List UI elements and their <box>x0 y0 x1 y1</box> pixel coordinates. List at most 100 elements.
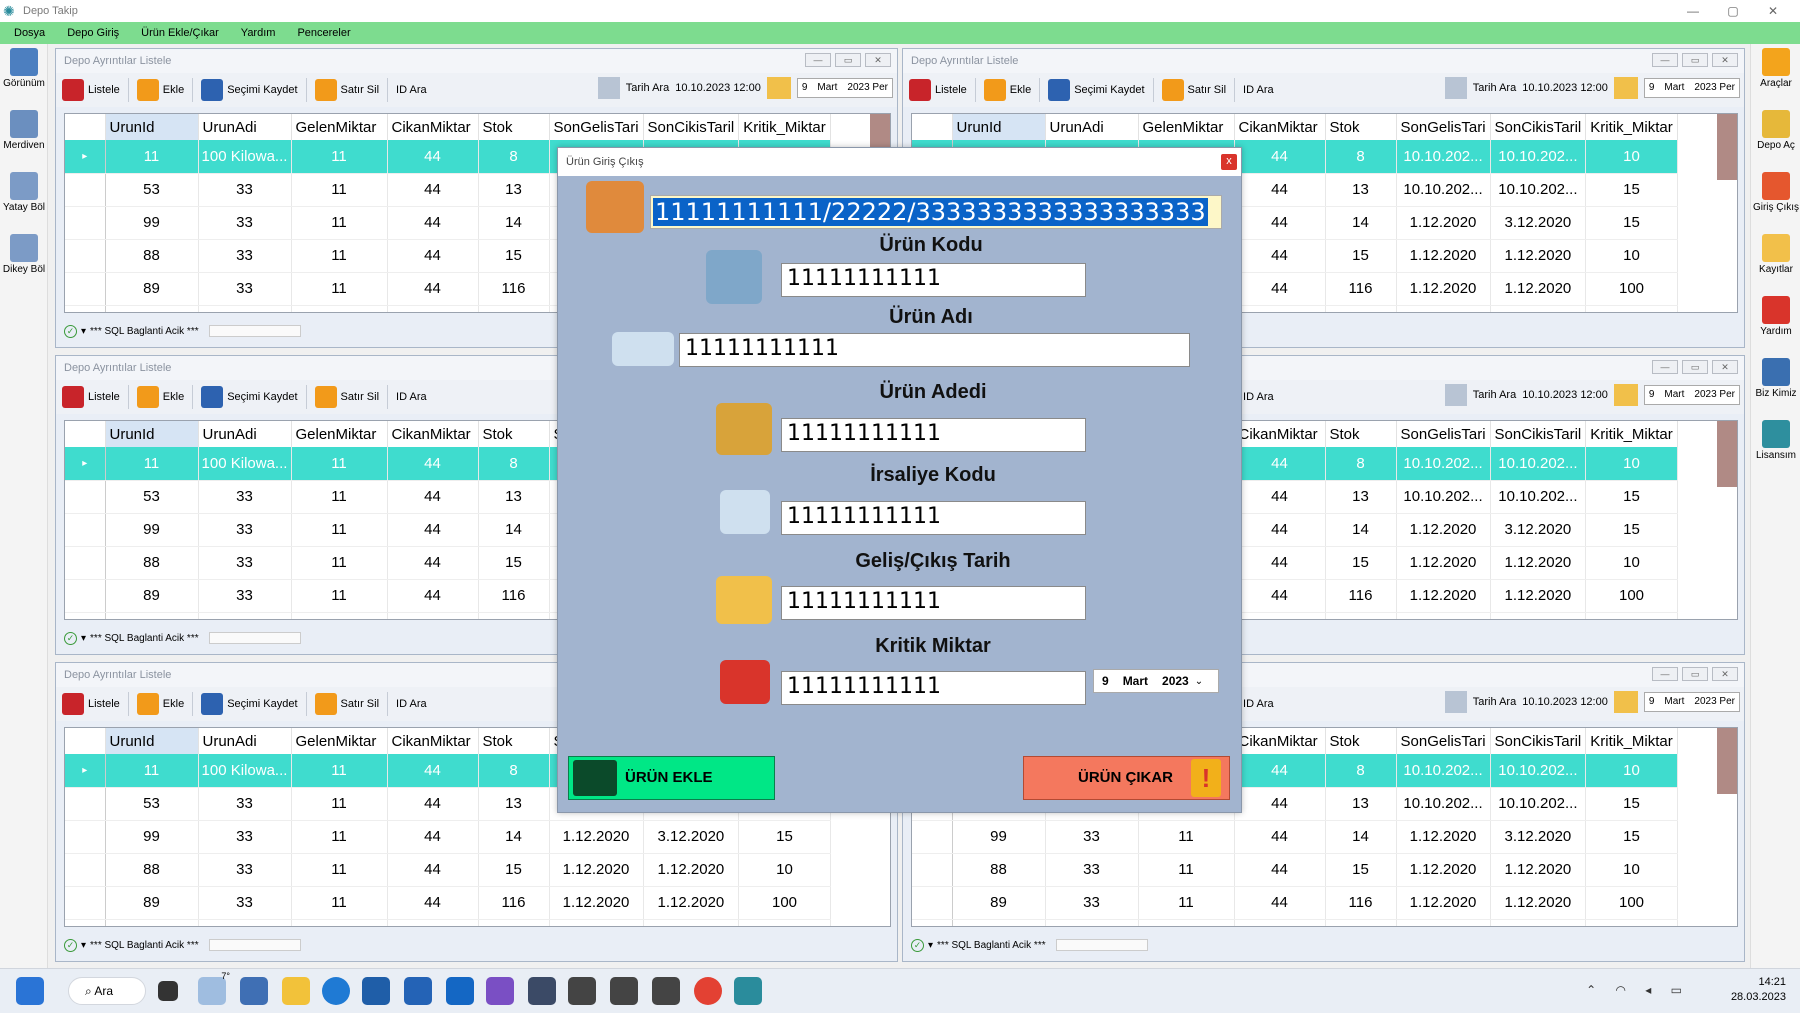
child-close-button[interactable]: ✕ <box>1712 667 1738 681</box>
table-cell[interactable]: 14 <box>478 820 550 854</box>
row-header[interactable]: ▸ <box>65 140 106 174</box>
column-header[interactable]: UrunId <box>105 114 199 140</box>
table-cell[interactable]: 15 <box>1585 787 1678 821</box>
table-cell[interactable]: 15 <box>1325 853 1397 887</box>
table-cell[interactable]: 10 <box>1585 754 1678 788</box>
child-maximize-button[interactable]: ▭ <box>835 53 861 67</box>
table-cell[interactable]: 33 <box>198 853 292 887</box>
table-cell[interactable]: 13 <box>478 480 550 514</box>
file-explorer-icon[interactable] <box>282 977 310 1005</box>
calendar-icon[interactable] <box>766 77 791 99</box>
table-cell[interactable]: 8 <box>478 754 550 788</box>
table-cell[interactable]: 10.10.202... <box>1490 787 1587 821</box>
status-dropdown-icon[interactable]: ▾ <box>81 633 86 644</box>
menu-yardim[interactable]: Yardım <box>233 22 284 44</box>
table-cell[interactable]: 13 <box>1325 173 1397 207</box>
table-cell[interactable]: 1.12.2020 <box>1490 853 1587 887</box>
table-cell[interactable]: 10 <box>1585 853 1678 887</box>
barcode-input[interactable]: 11111111111/22222/3333333333333333333 <box>650 195 1222 229</box>
table-cell[interactable]: 11 <box>291 886 388 920</box>
column-header[interactable]: Kritik_Miktar <box>1585 114 1678 140</box>
sidebar-yatay-bol[interactable]: Yatay Böl <box>0 168 48 230</box>
table-cell[interactable]: 116 <box>1325 886 1397 920</box>
sidebar-araclar[interactable]: Araçlar <box>1751 44 1800 106</box>
table-cell[interactable]: 11 <box>291 305 388 312</box>
visual-studio-icon[interactable] <box>486 977 514 1005</box>
child-minimize-button[interactable]: — <box>1652 360 1678 374</box>
table-cell[interactable]: 10.10.202... <box>1490 754 1587 788</box>
sql-tool-icon[interactable] <box>528 977 556 1005</box>
child-close-button[interactable]: ✕ <box>865 53 891 67</box>
table-cell[interactable]: 10 <box>1585 447 1678 481</box>
table-cell[interactable]: 1.12.2020 <box>1490 919 1587 926</box>
windows-start-icon[interactable] <box>16 977 44 1005</box>
satir-sil-button[interactable]: Satır Sil <box>1156 76 1233 104</box>
row-header[interactable] <box>65 612 106 619</box>
table-cell[interactable]: 44 <box>1234 820 1326 854</box>
table-cell[interactable]: wq <box>198 919 292 926</box>
column-header[interactable]: SonCikisTaril <box>1490 114 1587 140</box>
id-ara-button[interactable]: ID Ara <box>1237 383 1280 411</box>
table-cell[interactable]: 17 <box>1325 919 1397 926</box>
table-cell[interactable]: 44 <box>1234 480 1326 514</box>
table-cell[interactable]: 44 <box>387 206 479 240</box>
table-cell[interactable]: 17 <box>478 919 550 926</box>
table-cell[interactable]: 10.10.202... <box>1396 173 1491 207</box>
tarih-ara-label[interactable]: Tarih Ara <box>1473 82 1516 94</box>
column-header[interactable]: Stok <box>1325 728 1397 754</box>
column-header[interactable]: SonGelisTari <box>1396 114 1491 140</box>
gelis-cikis-tarih-input[interactable]: 11111111111 <box>781 586 1086 620</box>
table-cell[interactable]: 33 <box>1045 886 1139 920</box>
table-cell[interactable]: 44 <box>1234 612 1326 619</box>
table-cell[interactable]: 15 <box>1325 546 1397 580</box>
irsaliye-kodu-input[interactable]: 11111111111 <box>781 501 1086 535</box>
column-header[interactable]: SonCikisTaril <box>643 114 740 140</box>
table-cell[interactable]: 1.12.2020 <box>549 820 644 854</box>
table-cell[interactable]: 44 <box>387 612 479 619</box>
column-header[interactable]: CikanMiktar <box>1234 728 1326 754</box>
urun-adi-input[interactable]: 11111111111 <box>679 333 1190 367</box>
table-cell[interactable]: 44 <box>1234 173 1326 207</box>
id-ara-button[interactable]: ID Ara <box>390 690 433 718</box>
table-cell[interactable]: 11 <box>291 206 388 240</box>
table-cell[interactable]: 33 <box>198 546 292 580</box>
weather-icon[interactable]: 7° <box>198 971 230 1005</box>
taskbar-search[interactable]: ⌕ Ara <box>68 977 146 1005</box>
table-cell[interactable]: 15 <box>478 239 550 273</box>
table-row[interactable]: 893311441161.12.20201.12.2020100 <box>65 886 831 920</box>
toolbar-date-picker[interactable]: 9 Mart 2023 Per <box>1643 692 1740 712</box>
row-header[interactable] <box>65 546 106 580</box>
table-cell[interactable]: 44 <box>1234 305 1326 312</box>
table-row[interactable]: 893311441161.12.20201.12.2020100 <box>912 886 1678 920</box>
table-cell[interactable]: 1.12.2020 <box>1396 579 1491 613</box>
table-cell[interactable]: 1.12.2020 <box>1396 886 1491 920</box>
secimi-kaydet-button[interactable]: Seçimi Kaydet <box>195 76 303 104</box>
table-cell[interactable]: 11 <box>1138 919 1235 926</box>
row-header[interactable] <box>65 853 106 887</box>
table-cell[interactable]: 10 <box>1585 612 1678 619</box>
id-ara-button[interactable]: ID Ara <box>1237 76 1280 104</box>
column-header[interactable]: CikanMiktar <box>1234 114 1326 140</box>
table-cell[interactable]: 100 Kilowa... <box>198 140 292 174</box>
table-row[interactable]: 99331144141.12.20203.12.202015 <box>65 820 831 854</box>
table-cell[interactable]: 44 <box>387 239 479 273</box>
table-cell[interactable]: 10.10.202... <box>1490 447 1587 481</box>
table-cell[interactable]: 14 <box>1325 513 1397 547</box>
ekle-button[interactable]: Ekle <box>131 690 190 718</box>
table-cell[interactable]: 88 <box>952 853 1046 887</box>
ekle-button[interactable]: Ekle <box>131 383 190 411</box>
table-cell[interactable]: 44 <box>387 787 479 821</box>
column-header[interactable]: CikanMiktar <box>387 421 479 447</box>
table-cell[interactable]: 15 <box>1585 206 1678 240</box>
listele-button[interactable]: Listele <box>56 76 126 104</box>
row-header[interactable] <box>65 787 106 821</box>
table-cell[interactable]: 44 <box>387 513 479 547</box>
table-cell[interactable]: 14 <box>478 206 550 240</box>
table-cell[interactable]: 15 <box>478 546 550 580</box>
table-cell[interactable]: 11 <box>291 546 388 580</box>
table-cell[interactable]: 1.12.2020 <box>1490 546 1587 580</box>
table-cell[interactable]: 10.10.202... <box>1396 140 1491 174</box>
chrome-icon[interactable] <box>694 977 722 1005</box>
table-cell[interactable]: 11 <box>291 447 388 481</box>
table-cell[interactable]: 10 <box>738 919 831 926</box>
